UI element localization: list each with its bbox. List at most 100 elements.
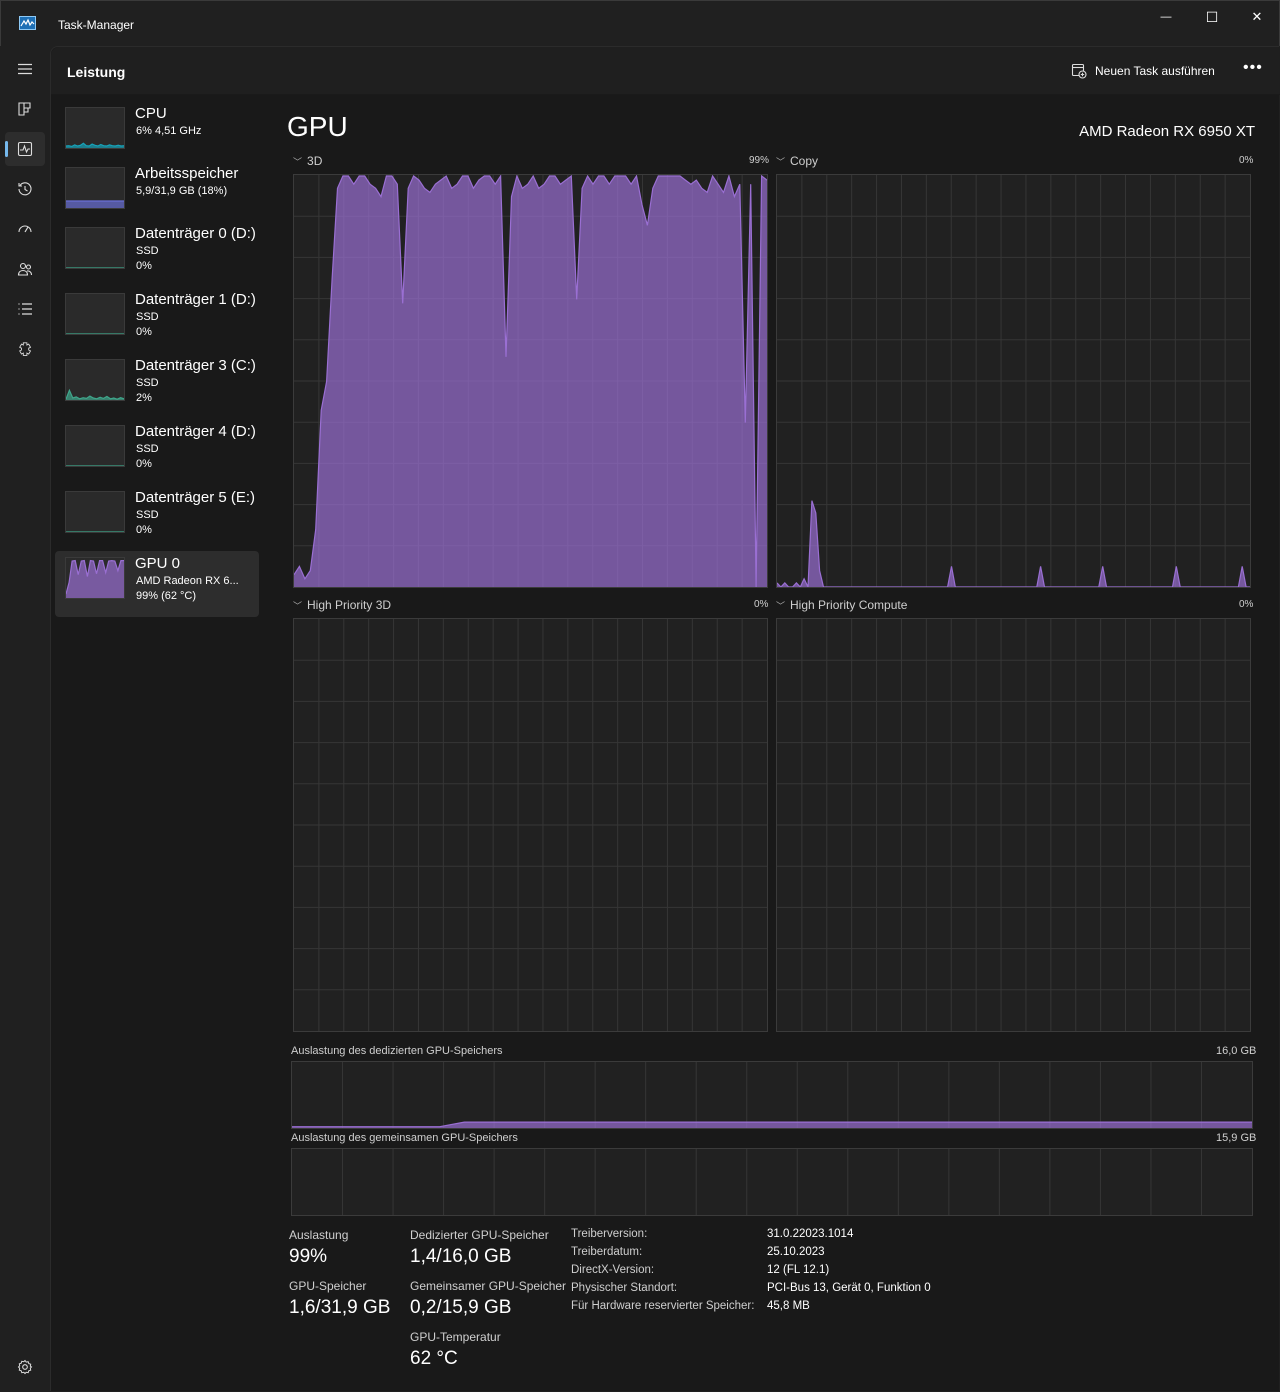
device-detail: SSD — [136, 311, 159, 323]
page-header: Leistung Neuen Task ausführen ••• — [51, 47, 1280, 95]
device-item[interactable]: GPU 0 AMD Radeon RX 6... 99% (62 °C) — [55, 551, 259, 617]
close-icon: ✕ — [1251, 9, 1263, 24]
device-usage: 0% — [136, 458, 152, 470]
nav-app-history[interactable] — [5, 172, 45, 206]
shared-memory-label: Auslastung des gemeinsamen GPU-Speichers — [291, 1132, 518, 1144]
engine-graph-line — [777, 500, 1250, 587]
gpu-memory-value: 1,6/31,9 GB — [289, 1297, 391, 1318]
chevron-down-icon: ﹀ — [776, 156, 786, 167]
device-detail: SSD — [136, 377, 159, 389]
device-usage: 2% — [136, 392, 152, 404]
engine-graph-area — [777, 500, 1250, 587]
device-thumbnail-graph — [65, 293, 125, 335]
run-task-icon — [1071, 63, 1087, 79]
nav-menu-toggle[interactable] — [5, 52, 45, 86]
device-detail: 6% 4,51 GHz — [136, 125, 202, 137]
shared-memory-graph — [291, 1148, 1253, 1216]
shared-memory-stat-value: 0,2/15,9 GB — [410, 1297, 512, 1318]
nav-details[interactable] — [5, 292, 45, 326]
device-thumb-svg — [66, 559, 124, 598]
device-usage: 0% — [136, 524, 152, 536]
minimize-button[interactable]: — — [1143, 1, 1189, 33]
navigation-rail — [0, 46, 50, 1392]
physical-location-key: Physischer Standort: — [571, 1282, 678, 1294]
device-thumbnail-graph — [65, 359, 125, 401]
minimize-icon: — — [1160, 11, 1172, 23]
shared-memory-stat-label: Gemeinsamer GPU-Speicher — [410, 1279, 567, 1293]
engine-label: High Priority Compute — [790, 598, 908, 612]
device-detail: SSD — [136, 509, 159, 521]
engine-graph-area — [294, 176, 767, 587]
driver-date-value: 25.10.2023 — [767, 1246, 825, 1258]
dedicated-memory-stat-value: 1,4/16,0 GB — [410, 1246, 512, 1267]
device-thumb-svg — [66, 200, 124, 208]
directx-version-value: 12 (FL 12.1) — [767, 1264, 830, 1276]
device-item[interactable]: Arbeitsspeicher 5,9/31,9 GB (18%) — [55, 161, 259, 221]
engine-graph-high-priority-3d — [293, 618, 768, 1032]
engine-percent: 0% — [1239, 599, 1254, 610]
performance-icon — [17, 141, 33, 157]
reserved-memory-key: Für Hardware reservierter Speicher: — [571, 1300, 755, 1312]
device-name: Datenträger 4 (D:) — [135, 423, 256, 440]
dedicated-memory-label: Auslastung des dedizierten GPU-Speichers — [291, 1045, 503, 1057]
memory-graph-svg — [342, 1149, 1202, 1215]
engine-selector-high-priority-compute[interactable]: ﹀ High Priority Compute — [776, 598, 907, 612]
device-thumb-svg — [66, 142, 124, 148]
task-manager-app-icon — [19, 16, 36, 30]
engine-selector-copy[interactable]: ﹀ Copy — [776, 154, 818, 168]
app-history-icon — [18, 182, 32, 196]
nav-settings[interactable] — [5, 1350, 45, 1384]
device-name: Arbeitsspeicher — [135, 165, 239, 182]
device-usage: 0% — [136, 260, 152, 272]
engine-graph-svg — [777, 175, 1250, 587]
device-thumb-area — [66, 201, 124, 208]
device-thumbnail-graph — [65, 167, 125, 209]
window-title: Task-Manager — [58, 18, 135, 32]
nav-performance[interactable] — [5, 132, 45, 166]
nav-services[interactable] — [5, 332, 45, 366]
nav-startup-apps[interactable] — [5, 212, 45, 246]
engine-graph-svg — [294, 619, 767, 1031]
nav-processes[interactable] — [5, 92, 45, 126]
gpu-memory-label: GPU-Speicher — [289, 1279, 367, 1293]
startup-apps-icon — [18, 225, 32, 233]
nav-users[interactable] — [5, 252, 45, 286]
engine-graph-svg — [294, 175, 767, 587]
maximize-button[interactable]: ☐ — [1189, 1, 1235, 33]
gpu-temperature-value: 62 °C — [410, 1348, 458, 1369]
title-bar: Task-Manager — ☐ ✕ — [0, 0, 1280, 46]
physical-location-value: PCI-Bus 13, Gerät 0, Funktion 0 — [767, 1282, 931, 1294]
dedicated-memory-max: 16,0 GB — [1216, 1045, 1257, 1057]
hamburger-menu-icon — [18, 63, 32, 75]
engine-graph-high-priority-compute — [776, 618, 1251, 1032]
device-item[interactable]: Datenträger 1 (D:) SSD 0% — [55, 287, 259, 353]
device-thumb-svg — [66, 333, 124, 334]
device-name: CPU — [135, 105, 167, 122]
engine-percent: 0% — [1239, 155, 1254, 166]
chevron-down-icon: ﹀ — [293, 156, 303, 167]
device-item[interactable]: Datenträger 0 (D:) SSD 0% — [55, 221, 259, 287]
engine-graph-3d — [293, 174, 768, 588]
more-options-button[interactable]: ••• — [1243, 59, 1263, 77]
run-new-task-button[interactable]: Neuen Task ausführen — [1071, 63, 1215, 79]
close-window-button[interactable]: ✕ — [1234, 1, 1280, 33]
device-item[interactable]: CPU 6% 4,51 GHz — [55, 101, 259, 161]
device-name: Datenträger 3 (C:) — [135, 357, 256, 374]
device-name: Datenträger 5 (E:) — [135, 489, 256, 506]
device-usage: 99% (62 °C) — [136, 590, 197, 602]
device-usage: 0% — [136, 326, 152, 338]
users-icon — [17, 262, 33, 276]
engine-selector-high-priority-3d[interactable]: ﹀ High Priority 3D — [293, 598, 391, 612]
device-thumbnail-graph — [65, 557, 125, 599]
device-thumb-line — [66, 388, 124, 400]
device-item[interactable]: Datenträger 3 (C:) SSD 2% — [55, 353, 259, 419]
maximize-icon: ☐ — [1205, 8, 1219, 25]
device-item[interactable]: Datenträger 4 (D:) SSD 0% — [55, 419, 259, 485]
engine-selector-3d[interactable]: ﹀ 3D — [293, 154, 322, 168]
device-item[interactable]: Datenträger 5 (E:) SSD 0% — [55, 485, 259, 551]
device-thumb-svg — [66, 531, 124, 532]
dedicated-memory-stat-label: Dedizierter GPU-Speicher — [410, 1228, 549, 1242]
gpu-model-name: AMD Radeon RX 6950 XT — [1079, 123, 1255, 140]
driver-date-key: Treiberdatum: — [571, 1246, 643, 1258]
engine-graph-copy — [776, 174, 1251, 588]
